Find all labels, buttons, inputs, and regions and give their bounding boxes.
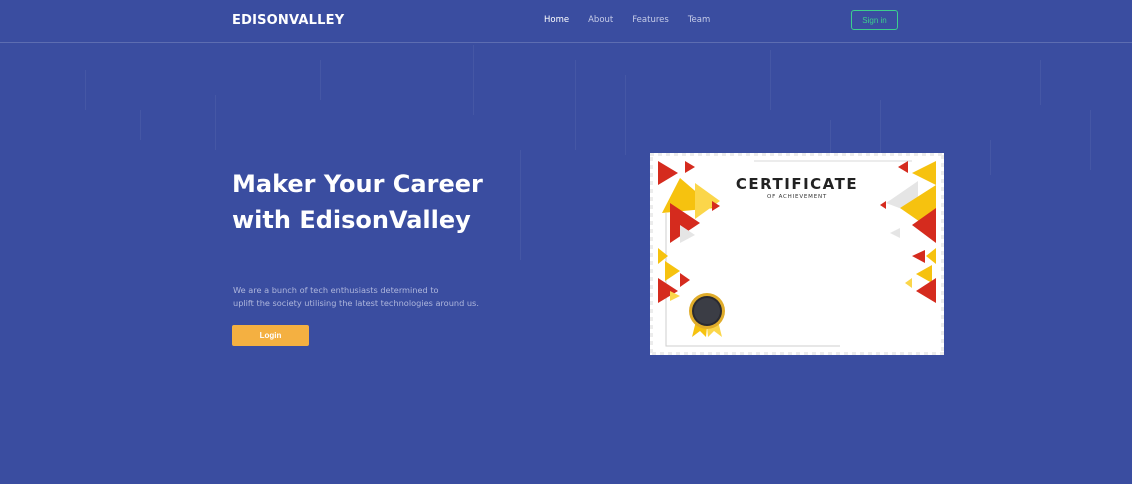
nav-link-home[interactable]: Home (544, 15, 569, 25)
navbar: EDISONVALLEY Home About Features Team Si… (0, 0, 1132, 43)
certificate-title: CERTIFICATE (736, 175, 858, 193)
login-button[interactable]: Login (232, 325, 309, 346)
nav-link-team[interactable]: Team (688, 15, 710, 25)
hero-title-line-2: with EdisonValley (232, 206, 471, 234)
nav-link-features[interactable]: Features (632, 15, 669, 25)
hero-description: We are a bunch of tech enthusiasts deter… (233, 284, 503, 310)
brand-logo[interactable]: EDISONVALLEY (232, 13, 344, 28)
hero-title: Maker Your Career with EdisonValley (232, 166, 483, 238)
hero-description-line-2: uplift the society utilising the latest … (233, 298, 479, 308)
sign-in-button[interactable]: Sign in (851, 10, 898, 30)
certificate-illustration: CERTIFICATE OF ACHIEVEMENT (647, 150, 947, 358)
background-decoration (0, 0, 1132, 484)
nav-link-about[interactable]: About (588, 15, 613, 25)
hero-title-line-1: Maker Your Career (232, 170, 483, 198)
certificate-subtitle: OF ACHIEVEMENT (767, 194, 827, 200)
main-nav: Home About Features Team (544, 15, 729, 25)
hero-description-line-1: We are a bunch of tech enthusiasts deter… (233, 285, 439, 295)
certificate-image: CERTIFICATE OF ACHIEVEMENT (647, 150, 947, 358)
